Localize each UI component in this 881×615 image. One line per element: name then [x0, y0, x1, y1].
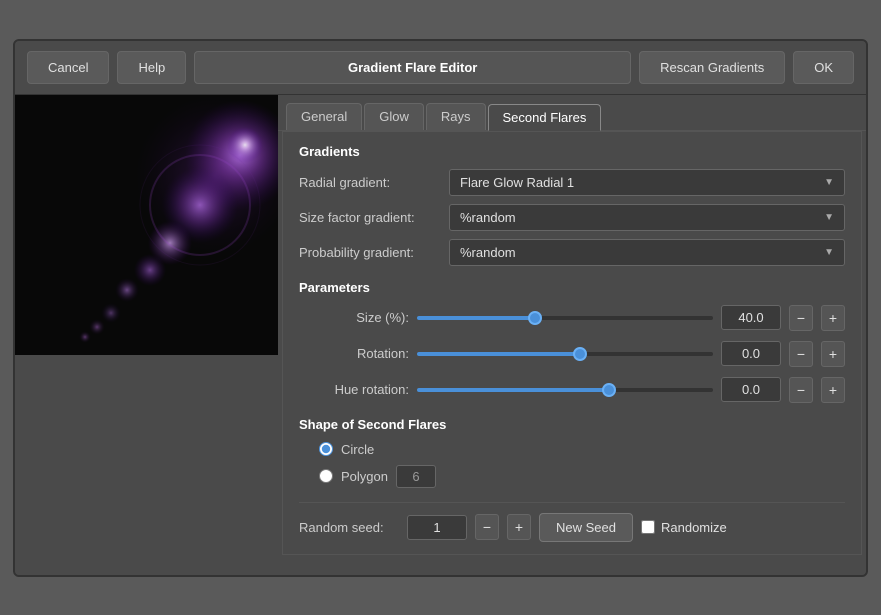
tab-second-flares[interactable]: Second Flares — [488, 104, 602, 131]
hue-minus-button[interactable]: − — [789, 377, 813, 403]
main-window: Cancel Help Gradient Flare Editor Rescan… — [13, 39, 868, 577]
seed-minus-button[interactable]: − — [475, 514, 499, 540]
panel-body: Gradients Radial gradient: Flare Glow Ra… — [282, 131, 862, 555]
seed-input[interactable] — [407, 515, 467, 540]
ok-button[interactable]: OK — [793, 51, 854, 84]
radial-dropdown-arrow: ▼ — [824, 177, 834, 188]
help-button[interactable]: Help — [117, 51, 186, 84]
polygon-radio[interactable] — [319, 469, 333, 483]
polygon-value-input[interactable] — [396, 465, 436, 488]
circle-radio-row: Circle — [299, 442, 845, 457]
size-slider-thumb[interactable] — [528, 311, 542, 325]
hue-slider[interactable] — [417, 380, 713, 400]
radial-gradient-label: Radial gradient: — [299, 175, 449, 190]
rescan-button[interactable]: Rescan Gradients — [639, 51, 785, 84]
size-factor-value: %random — [460, 210, 516, 225]
size-label: Size (%): — [299, 310, 409, 325]
polygon-radio-row: Polygon — [299, 465, 845, 488]
size-slider[interactable] — [417, 308, 713, 328]
size-factor-label: Size factor gradient: — [299, 210, 449, 225]
hue-plus-button[interactable]: + — [821, 377, 845, 403]
toolbar: Cancel Help Gradient Flare Editor Rescan… — [15, 41, 866, 95]
rotation-slider-track — [417, 352, 713, 356]
probability-value: %random — [460, 245, 516, 260]
size-plus-button[interactable]: + — [821, 305, 845, 331]
rotation-param-row: Rotation: − + — [299, 341, 845, 367]
size-factor-row: Size factor gradient: %random ▼ — [299, 204, 845, 231]
preview-panel — [15, 95, 278, 355]
size-slider-fill — [417, 316, 535, 320]
flare-preview-svg — [15, 95, 278, 355]
size-param-row: Size (%): − + — [299, 305, 845, 331]
seed-label: Random seed: — [299, 520, 399, 535]
hue-value-input[interactable] — [721, 377, 781, 402]
circle-label: Circle — [341, 442, 374, 457]
size-minus-button[interactable]: − — [789, 305, 813, 331]
hue-label: Hue rotation: — [299, 382, 409, 397]
randomize-label[interactable]: Randomize — [641, 520, 727, 535]
hue-slider-thumb[interactable] — [602, 383, 616, 397]
tab-general[interactable]: General — [286, 103, 362, 130]
new-seed-button[interactable]: New Seed — [539, 513, 633, 542]
size-slider-track — [417, 316, 713, 320]
randomize-checkbox[interactable] — [641, 520, 655, 534]
radial-gradient-value: Flare Glow Radial 1 — [460, 175, 574, 190]
rotation-slider-fill — [417, 352, 580, 356]
content-area: General Glow Rays Second Flares Gradient… — [15, 95, 866, 555]
parameters-section: Parameters Size (%): − + — [299, 280, 845, 403]
probability-row: Probability gradient: %random ▼ — [299, 239, 845, 266]
radial-gradient-row: Radial gradient: Flare Glow Radial 1 ▼ — [299, 169, 845, 196]
seed-plus-button[interactable]: + — [507, 514, 531, 540]
hue-slider-fill — [417, 388, 609, 392]
tab-rays[interactable]: Rays — [426, 103, 486, 130]
hue-slider-track — [417, 388, 713, 392]
gradients-title: Gradients — [299, 144, 845, 159]
shape-section: Shape of Second Flares Circle Polygon — [299, 417, 845, 488]
editor-title: Gradient Flare Editor — [194, 51, 631, 84]
shape-title: Shape of Second Flares — [299, 417, 845, 432]
probability-label: Probability gradient: — [299, 245, 449, 260]
circle-radio[interactable] — [319, 442, 333, 456]
polygon-label: Polygon — [341, 469, 388, 484]
tab-bar: General Glow Rays Second Flares — [278, 95, 866, 131]
rotation-value-input[interactable] — [721, 341, 781, 366]
parameters-title: Parameters — [299, 280, 845, 295]
size-factor-arrow: ▼ — [824, 212, 834, 223]
rotation-slider[interactable] — [417, 344, 713, 364]
probability-dropdown[interactable]: %random ▼ — [449, 239, 845, 266]
size-value-input[interactable] — [721, 305, 781, 330]
rotation-slider-thumb[interactable] — [573, 347, 587, 361]
seed-row: Random seed: − + New Seed Randomize — [299, 502, 845, 542]
probability-arrow: ▼ — [824, 247, 834, 258]
randomize-text: Randomize — [661, 520, 727, 535]
radial-gradient-dropdown[interactable]: Flare Glow Radial 1 ▼ — [449, 169, 845, 196]
hue-param-row: Hue rotation: − + — [299, 377, 845, 403]
tab-glow[interactable]: Glow — [364, 103, 424, 130]
rotation-plus-button[interactable]: + — [821, 341, 845, 367]
rotation-minus-button[interactable]: − — [789, 341, 813, 367]
rotation-label: Rotation: — [299, 346, 409, 361]
cancel-button[interactable]: Cancel — [27, 51, 109, 84]
settings-panel: General Glow Rays Second Flares Gradient… — [278, 95, 866, 555]
size-factor-dropdown[interactable]: %random ▼ — [449, 204, 845, 231]
bottom-area — [15, 555, 866, 575]
